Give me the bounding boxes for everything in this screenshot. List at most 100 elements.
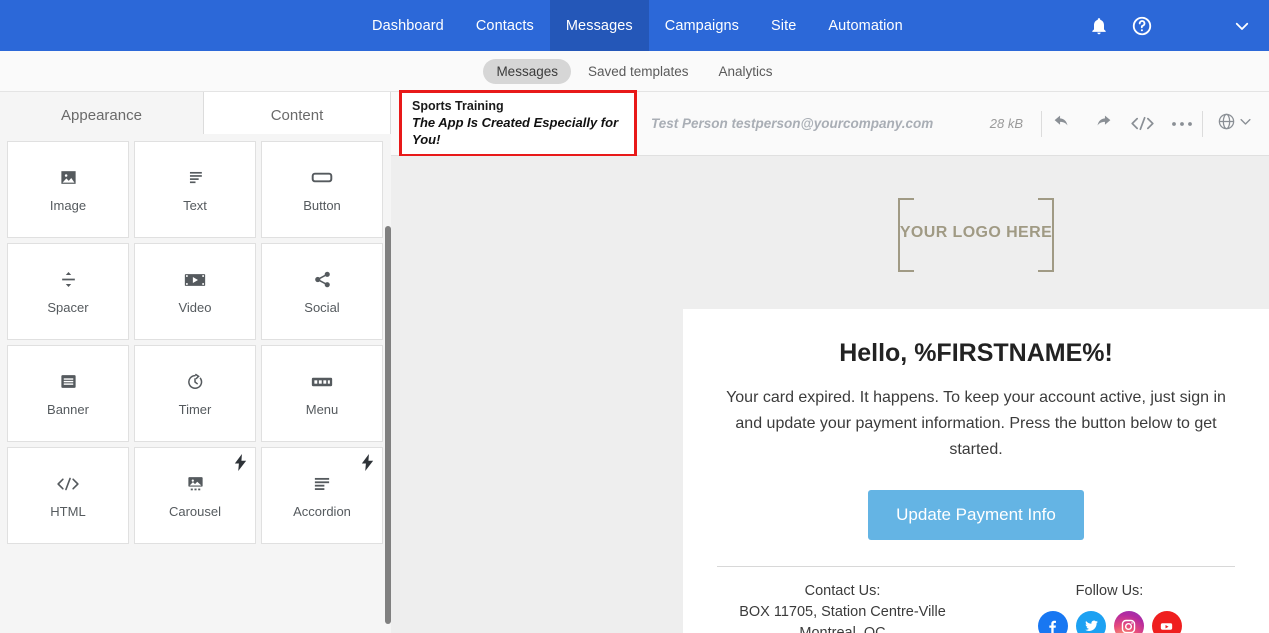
share-icon xyxy=(313,269,332,291)
carousel-icon xyxy=(186,473,205,495)
nav-label: Site xyxy=(771,17,797,34)
facebook-icon[interactable] xyxy=(1037,611,1068,633)
text-lines-icon xyxy=(186,167,205,189)
block-label: Social xyxy=(304,299,340,315)
block-text[interactable]: Text xyxy=(134,141,256,238)
help-circle-icon[interactable] xyxy=(1131,15,1153,37)
update-payment-info-button[interactable]: Update Payment Info xyxy=(868,490,1084,540)
block-label: Text xyxy=(183,197,207,213)
accordion-icon xyxy=(312,473,332,495)
subnav-item-messages[interactable]: Messages xyxy=(483,58,571,84)
nav-label: Messages xyxy=(565,17,633,34)
logo-placeholder-frame: YOUR LOGO HERE xyxy=(898,197,1054,272)
secondary-navigation: Messages Saved templates Analytics xyxy=(0,51,1269,92)
logo-placeholder-text: YOUR LOGO HERE xyxy=(899,223,1053,241)
email-preview-canvas: YOUR LOGO HERE Hello, %FIRSTNAME%! Your … xyxy=(391,156,1269,633)
blocks-palette: Image Text Button Spacer Video Social Ba… xyxy=(0,134,391,633)
social-icons-row xyxy=(978,611,1241,633)
video-icon xyxy=(184,269,206,291)
block-label: Spacer xyxy=(47,299,89,315)
email-paragraph[interactable]: Your card expired. It happens. To keep y… xyxy=(711,385,1241,463)
email-editor-toolbar: Sports Training The App Is Created Espec… xyxy=(391,90,1269,157)
block-label: Accordion xyxy=(293,503,351,519)
footer-follow-column: Follow Us: www.example.com xyxy=(978,581,1241,633)
nav-item-contacts[interactable]: Contacts xyxy=(460,0,550,51)
email-heading[interactable]: Hello, %FIRSTNAME%! xyxy=(711,339,1241,368)
block-social[interactable]: Social xyxy=(261,243,383,340)
bell-icon[interactable] xyxy=(1089,16,1109,36)
tab-content[interactable]: Content xyxy=(204,92,390,138)
image-icon xyxy=(59,167,78,189)
nav-label: Automation xyxy=(828,17,903,34)
spacer-icon xyxy=(59,269,78,291)
nav-label: Campaigns xyxy=(664,17,740,34)
nav-item-automation[interactable]: Automation xyxy=(812,0,918,51)
subnav-label: Analytics xyxy=(718,63,773,79)
nav-item-site[interactable]: Site xyxy=(755,0,812,51)
email-logo-block[interactable]: YOUR LOGO HERE xyxy=(683,156,1269,309)
nav-item-dashboard[interactable]: Dashboard xyxy=(356,0,460,51)
subnav-item-analytics[interactable]: Analytics xyxy=(706,59,786,84)
block-label: HTML xyxy=(50,503,86,519)
tab-label: Content xyxy=(270,106,324,124)
block-html[interactable]: HTML xyxy=(7,447,129,544)
chevron-down-icon[interactable] xyxy=(1233,17,1251,35)
undo-icon[interactable] xyxy=(1042,104,1082,144)
test-recipient-label[interactable]: Test Person testperson@yourcompany.com xyxy=(651,116,933,131)
tab-appearance[interactable]: Appearance xyxy=(0,92,204,138)
menu-icon xyxy=(311,371,333,393)
code-icon xyxy=(56,473,80,495)
block-banner[interactable]: Banner xyxy=(7,345,129,442)
follow-title: Follow Us: xyxy=(1075,583,1144,599)
lightning-icon xyxy=(361,454,374,476)
language-selector[interactable] xyxy=(1203,112,1261,136)
block-spacer[interactable]: Spacer xyxy=(7,243,129,340)
toolbar-actions: 28 kB xyxy=(990,104,1269,144)
nav-label: Dashboard xyxy=(372,17,444,34)
youtube-icon[interactable] xyxy=(1151,611,1182,633)
more-options-icon[interactable] xyxy=(1162,104,1202,144)
blocks-grid: Image Text Button Spacer Video Social Ba… xyxy=(7,141,383,544)
banner-icon xyxy=(59,371,78,393)
block-accordion[interactable]: Accordion xyxy=(261,447,383,544)
block-video[interactable]: Video xyxy=(134,243,256,340)
block-image[interactable]: Image xyxy=(7,141,129,238)
block-menu[interactable]: Menu xyxy=(261,345,383,442)
nav-links: Dashboard Contacts Messages Campaigns Si… xyxy=(356,0,919,51)
block-label: Menu xyxy=(305,401,339,417)
block-label: Button xyxy=(303,197,341,213)
block-label: Video xyxy=(178,299,212,315)
preheader-text: The App Is Created Especially for You! xyxy=(412,115,619,147)
contact-title: Contact Us: xyxy=(804,583,881,599)
lightning-icon xyxy=(234,454,247,476)
redo-icon[interactable] xyxy=(1082,104,1122,144)
block-carousel[interactable]: Carousel xyxy=(134,447,256,544)
subnav-label: Messages xyxy=(496,63,558,79)
contact-address: BOX 11705, Station Centre-Ville Montreal… xyxy=(739,604,946,633)
subject-line-field[interactable]: Sports Training The App Is Created Espec… xyxy=(399,90,637,157)
email-body-block: Hello, %FIRSTNAME%! Your card expired. I… xyxy=(683,309,1269,633)
email-size-label: 28 kB xyxy=(989,116,1023,131)
footer-contact-column: Contact Us: BOX 11705, Station Centre-Vi… xyxy=(711,581,978,633)
button-icon xyxy=(311,167,333,189)
subnav-label: Saved templates xyxy=(587,63,689,79)
block-timer[interactable]: Timer xyxy=(134,345,256,442)
block-button[interactable]: Button xyxy=(261,141,383,238)
code-icon[interactable] xyxy=(1122,104,1162,144)
nav-item-campaigns[interactable]: Campaigns xyxy=(649,0,755,51)
nav-right-icons xyxy=(1089,0,1269,51)
subnav-item-saved-templates[interactable]: Saved templates xyxy=(575,59,702,84)
tab-label: Appearance xyxy=(61,106,142,124)
nav-item-messages[interactable]: Messages xyxy=(549,0,649,51)
top-navigation-bar: Dashboard Contacts Messages Campaigns Si… xyxy=(0,0,1269,51)
block-label: Image xyxy=(49,197,87,213)
timer-icon xyxy=(185,371,205,393)
instagram-icon[interactable] xyxy=(1113,611,1144,633)
block-label: Timer xyxy=(178,401,212,417)
nav-label: Contacts xyxy=(475,17,534,34)
panel-tabs: Appearance Content xyxy=(0,92,390,139)
email-footer: Contact Us: BOX 11705, Station Centre-Vi… xyxy=(711,567,1241,633)
subject-text: Sports Training xyxy=(412,99,504,113)
twitter-icon[interactable] xyxy=(1075,611,1106,633)
block-label: Carousel xyxy=(168,503,222,519)
